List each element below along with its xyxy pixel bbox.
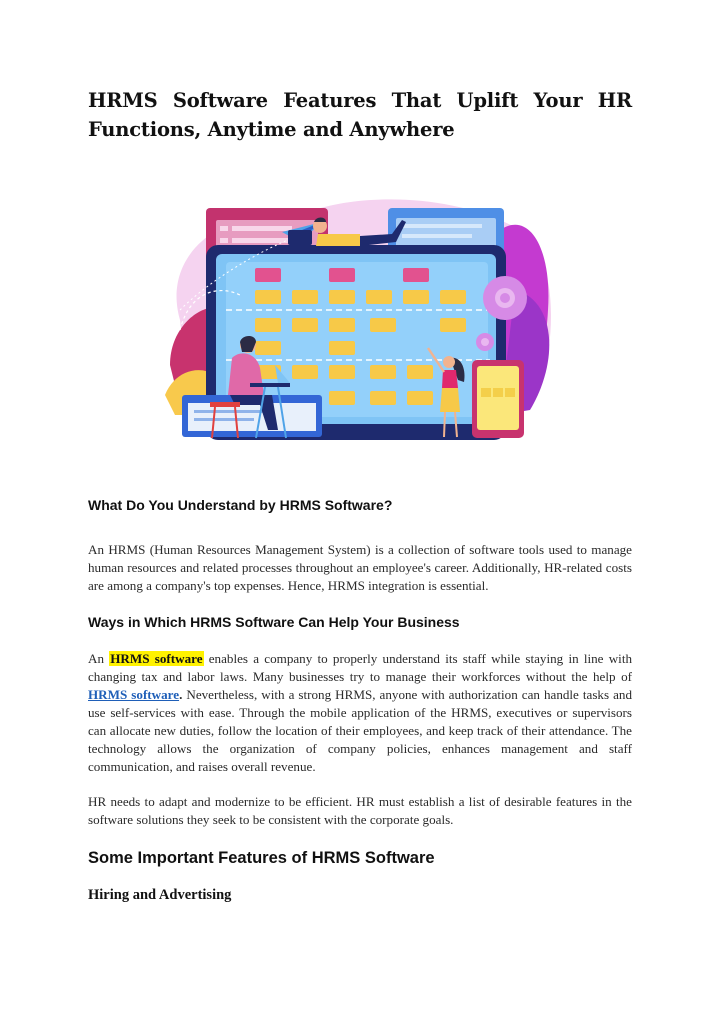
- hrms-software-link[interactable]: HRMS software: [88, 687, 179, 702]
- title-line-1: HRMS Software Features That Uplift Your …: [88, 89, 632, 112]
- gear-icon: [483, 276, 527, 320]
- page-title: HRMS Software Features That Uplift Your …: [88, 86, 632, 144]
- p2-prefix: An: [88, 651, 110, 666]
- paragraph-hrms-definition: An HRMS (Human Resources Management Syst…: [88, 542, 632, 593]
- subheading-hiring-advertising: Hiring and Advertising: [88, 887, 232, 903]
- paragraph-hrms-benefits: An HRMS software enables a company to pr…: [88, 650, 632, 776]
- section-heading-ways-hrms-helps: Ways in Which HRMS Software Can Help You…: [88, 614, 460, 630]
- small-gear-icon: [476, 333, 494, 351]
- section-heading-important-features: Some Important Features of HRMS Software: [88, 849, 435, 867]
- highlighted-hrms-software: HRMS software: [109, 651, 204, 666]
- section-heading-what-is-hrms: What Do You Understand by HRMS Software?: [88, 497, 393, 513]
- paragraph-hr-modernize: HR needs to adapt and modernize to be ef…: [88, 794, 632, 827]
- title-line-2: Functions, Anytime and Anywhere: [88, 118, 455, 141]
- hero-illustration: [165, 199, 552, 440]
